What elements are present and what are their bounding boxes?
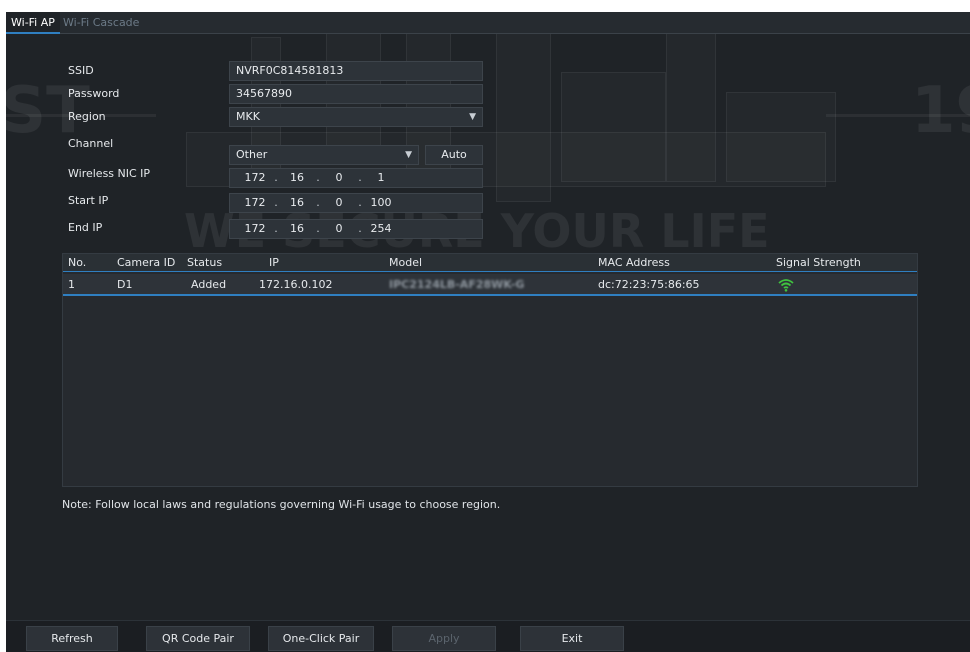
wifi-settings-window: ST 19 WE SECURE YOUR LIFE Wi-Fi AP Wi-Fi… (6, 12, 970, 652)
password-label: Password (68, 87, 120, 100)
column-header-camera-id[interactable]: Camera ID (117, 254, 175, 272)
chevron-down-icon: ▼ (469, 112, 476, 122)
ssid-field[interactable]: NVRF0C814581813 (229, 61, 483, 81)
ip-separator: . (274, 222, 278, 235)
ip-separator: . (316, 171, 320, 184)
column-header-no[interactable]: No. (68, 254, 86, 272)
region-value: MKK (236, 110, 260, 123)
chevron-down-icon: ▼ (405, 150, 412, 160)
password-field[interactable]: 34567890 (229, 84, 483, 104)
ip-octet[interactable]: 100 (364, 194, 398, 212)
wireless-nic-ip-field[interactable]: 172 . 16 . 0 . 1 (229, 168, 483, 188)
ip-octet[interactable]: 172 (238, 194, 272, 212)
end-ip-field[interactable]: 172 . 16 . 0 . 254 (229, 219, 483, 239)
tab-bar: Wi-Fi AP Wi-Fi Cascade (6, 12, 970, 34)
ip-octet[interactable]: 16 (280, 220, 314, 238)
cell-ip: 172.16.0.102 (259, 278, 333, 291)
channel-value: Other (236, 148, 268, 161)
ip-octet[interactable]: 0 (322, 220, 356, 238)
tab-wifi-ap[interactable]: Wi-Fi AP (6, 12, 60, 34)
watermark-text-right: 19 (911, 74, 970, 148)
ip-separator: . (358, 222, 362, 235)
tab-wifi-cascade[interactable]: Wi-Fi Cascade (58, 12, 144, 34)
cell-status: Added (191, 278, 227, 291)
apply-button[interactable]: Apply (392, 626, 496, 651)
cell-camera-id: D1 (117, 278, 133, 291)
region-label: Region (68, 110, 106, 123)
ip-octet[interactable]: 0 (322, 169, 356, 187)
column-header-model[interactable]: Model (389, 254, 422, 272)
qr-code-pair-button[interactable]: QR Code Pair (146, 626, 250, 651)
ip-octet[interactable]: 16 (280, 169, 314, 187)
cell-mac-address: dc:72:23:75:86:65 (598, 278, 700, 291)
wifi-signal-icon (778, 279, 794, 292)
refresh-button[interactable]: Refresh (26, 626, 118, 651)
cell-model: IPC2124LB-AF28WK-G (389, 278, 525, 291)
exit-button[interactable]: Exit (520, 626, 624, 651)
channel-label: Channel (68, 137, 114, 150)
ip-separator: . (358, 171, 362, 184)
end-ip-label: End IP (68, 221, 103, 234)
ip-octet[interactable]: 0 (322, 194, 356, 212)
column-header-status[interactable]: Status (187, 254, 222, 272)
column-header-mac-address[interactable]: MAC Address (598, 254, 670, 272)
ip-separator: . (316, 222, 320, 235)
ip-separator: . (274, 196, 278, 209)
wireless-nic-ip-label: Wireless NIC IP (68, 167, 151, 180)
camera-table: No. Camera ID Status IP Model MAC Addres… (62, 253, 918, 487)
table-row[interactable]: 1 D1 Added 172.16.0.102 IPC2124LB-AF28WK… (63, 274, 917, 296)
ssid-label: SSID (68, 64, 94, 77)
ip-octet[interactable]: 254 (364, 220, 398, 238)
column-header-ip[interactable]: IP (269, 254, 279, 272)
ip-octet[interactable]: 172 (238, 220, 272, 238)
start-ip-label: Start IP (68, 194, 109, 207)
ip-octet[interactable]: 172 (238, 169, 272, 187)
one-click-pair-button[interactable]: One-Click Pair (268, 626, 374, 651)
cell-no: 1 (68, 278, 75, 291)
bottom-toolbar: Refresh QR Code Pair One-Click Pair Appl… (6, 620, 970, 652)
ip-separator: . (274, 171, 278, 184)
table-header: No. Camera ID Status IP Model MAC Addres… (63, 254, 917, 272)
ip-octet[interactable]: 1 (364, 169, 398, 187)
channel-select[interactable]: Other ▼ (229, 145, 419, 165)
ip-separator: . (358, 196, 362, 209)
ip-octet[interactable]: 16 (280, 194, 314, 212)
start-ip-field[interactable]: 172 . 16 . 0 . 100 (229, 193, 483, 213)
region-note: Note: Follow local laws and regulations … (62, 498, 501, 511)
region-select[interactable]: MKK ▼ (229, 107, 483, 127)
column-header-signal-strength[interactable]: Signal Strength (776, 254, 861, 272)
channel-auto-button[interactable]: Auto (425, 145, 483, 165)
ip-separator: . (316, 196, 320, 209)
